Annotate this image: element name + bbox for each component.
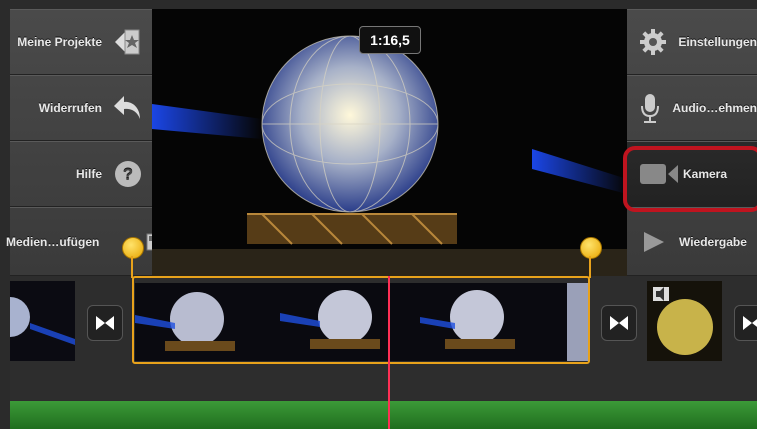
- transition-button[interactable]: [601, 305, 637, 341]
- transition-button[interactable]: [734, 305, 757, 341]
- clip-next[interactable]: [647, 281, 722, 361]
- settings-label: Einstellungen: [678, 35, 757, 49]
- record-audio-button[interactable]: Audio…ehmen: [627, 75, 757, 141]
- trim-handle-right-stem: [589, 256, 591, 278]
- timecode-badge: 1:16,5: [359, 26, 421, 54]
- help-label: Hilfe: [75, 167, 102, 181]
- trim-handle-left[interactable]: [122, 237, 144, 259]
- playback-button[interactable]: Wiedergabe: [627, 207, 757, 276]
- camera-highlight: [623, 146, 757, 212]
- microphone-icon: [637, 92, 662, 124]
- playback-label: Wiedergabe: [679, 234, 747, 249]
- audio-track[interactable]: [10, 401, 757, 429]
- undo-label: Widerrufen: [38, 101, 102, 115]
- my-projects-button[interactable]: Meine Projekte: [10, 9, 152, 75]
- left-toolbar: Meine Projekte Widerrufen Hilfe ? Medien…: [6, 9, 170, 276]
- right-toolbar: Einstellungen Audio…ehmen Kamera Wiederg…: [627, 9, 757, 276]
- help-icon: ?: [112, 158, 144, 190]
- playhead: [388, 276, 390, 429]
- transition-button[interactable]: [87, 305, 123, 341]
- trim-handle-left-stem: [131, 256, 133, 278]
- settings-button[interactable]: Einstellungen: [627, 9, 757, 75]
- my-projects-label: Meine Projekte: [17, 35, 102, 49]
- clip-selection-frame: [132, 276, 590, 364]
- svg-text:?: ?: [123, 165, 133, 184]
- trim-handle-right[interactable]: [580, 237, 602, 259]
- play-icon: [637, 226, 669, 258]
- undo-button[interactable]: Widerrufen: [10, 75, 152, 141]
- clip-previous[interactable]: [10, 281, 75, 361]
- undo-arrow-icon: [112, 92, 144, 124]
- add-media-label: Medien…ufügen: [6, 234, 100, 249]
- star-clapper-icon: [112, 26, 144, 58]
- record-audio-label: Audio…ehmen: [672, 101, 757, 115]
- gear-icon: [637, 26, 668, 58]
- help-button[interactable]: Hilfe ?: [10, 141, 152, 207]
